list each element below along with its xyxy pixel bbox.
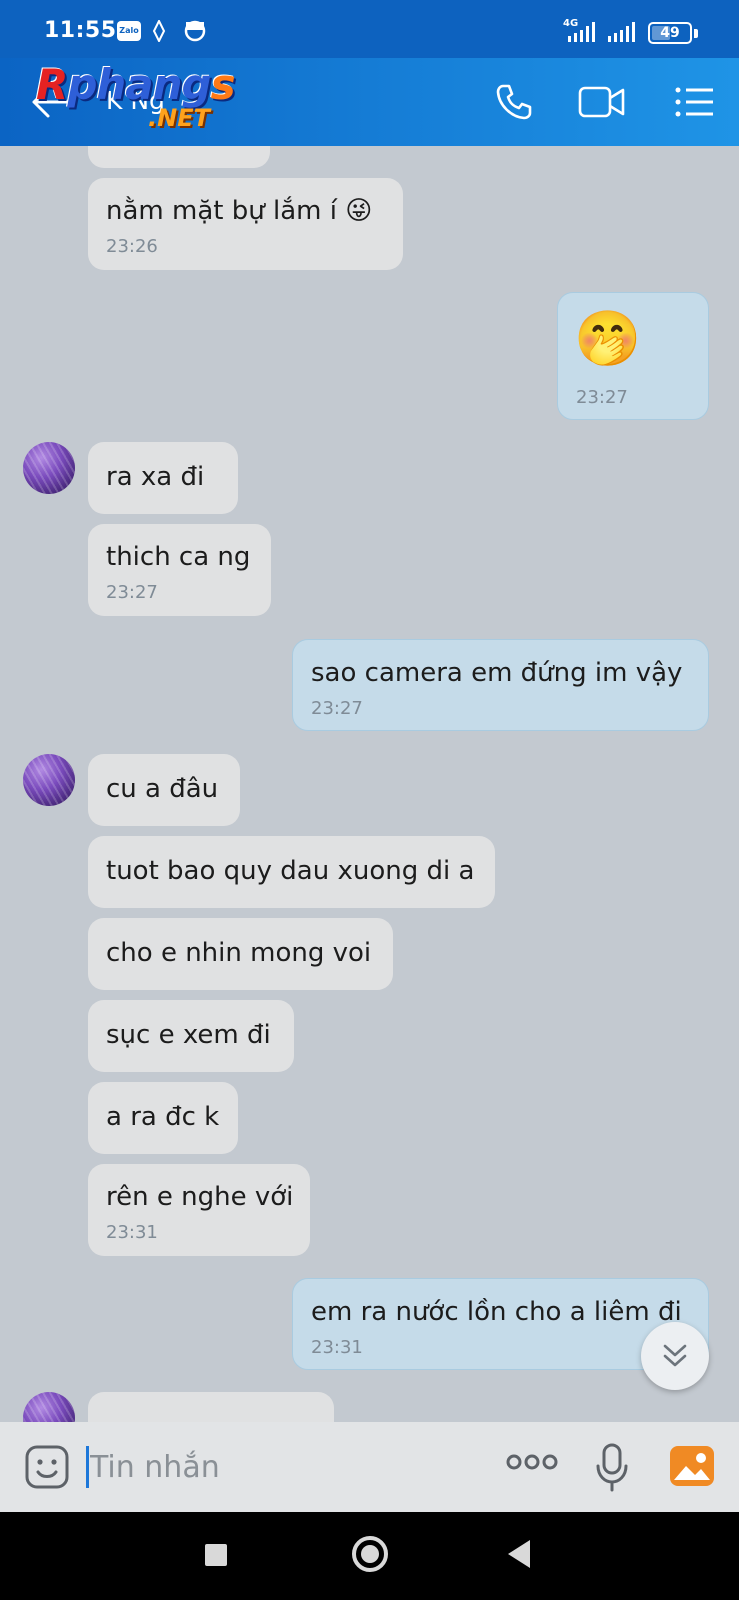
phone-icon <box>496 84 532 120</box>
message-bubble[interactable]: ra xa đi <box>88 442 238 514</box>
message-time: 23:27 <box>576 387 628 408</box>
message-time: 23:31 <box>311 1337 363 1358</box>
video-camera-icon <box>578 86 625 118</box>
message-text: rên e nghe với <box>106 1182 294 1212</box>
list-menu-icon <box>675 87 713 117</box>
message-input[interactable] <box>86 1444 486 1490</box>
chat-header: K Ng Rphangs .NET <box>0 58 739 146</box>
message-text: cho e nhin mong voi <box>106 938 372 968</box>
message-list[interactable]: nằm mặt bự lắm í 😜 23:26 🤭 23:27 ra xa đ… <box>0 146 739 1422</box>
message-text: sao camera em đứng im vậy <box>311 658 683 688</box>
battery-tip <box>694 29 698 38</box>
microphone-icon <box>596 1443 628 1492</box>
message-bubble[interactable]: cho e nhin mong voi <box>88 918 393 990</box>
message-bubble-partial[interactable] <box>88 1392 334 1422</box>
recent-apps-button[interactable] <box>205 1544 227 1566</box>
watermark-line2: .NET <box>148 104 210 132</box>
message-bubble-emoji[interactable]: 🤭 23:27 <box>557 292 709 420</box>
avatar[interactable] <box>23 1392 75 1422</box>
voice-message-button[interactable] <box>594 1442 630 1496</box>
message-input-bar <box>0 1422 739 1512</box>
message-bubble-partial[interactable] <box>88 146 270 168</box>
more-dots-icon <box>506 1454 558 1470</box>
message-text: thich ca ng <box>106 542 251 572</box>
avatar[interactable] <box>23 754 75 806</box>
avatar[interactable] <box>23 442 75 494</box>
message-bubble[interactable]: sao camera em đứng im vậy 23:27 <box>292 639 709 731</box>
image-icon <box>670 1446 714 1486</box>
message-bubble[interactable]: nằm mặt bự lắm í 😜 23:26 <box>88 178 403 270</box>
navigation-status-icon <box>152 18 166 46</box>
message-bubble[interactable]: rên e nghe với 23:31 <box>88 1164 310 1256</box>
watermark-logo: Rphangs .NET <box>36 58 266 144</box>
message-text: cu a đâu <box>106 774 219 804</box>
message-text: em ra nước lồn cho a liêm đi <box>311 1297 682 1327</box>
message-time: 23:31 <box>106 1222 158 1243</box>
double-chevron-down-icon <box>663 1344 687 1367</box>
message-bubble[interactable]: tuot bao quy dau xuong di a <box>88 836 495 908</box>
system-back-button[interactable] <box>508 1540 530 1568</box>
sticker-button[interactable] <box>24 1444 70 1494</box>
message-text: tuot bao quy dau xuong di a <box>106 856 475 886</box>
signal-strength-icon <box>568 22 602 46</box>
signal-strength-icon-2 <box>608 22 638 46</box>
chat-menu-button[interactable] <box>670 80 718 124</box>
message-time: 23:27 <box>311 698 363 719</box>
battery-level: 49 <box>660 25 680 41</box>
system-navigation-bar <box>0 1512 739 1600</box>
message-bubble[interactable]: thich ca ng 23:27 <box>88 524 271 616</box>
do-not-disturb-icon <box>184 20 206 46</box>
zalo-notification-icon: Zalo <box>117 21 141 41</box>
message-text: a ra đc k <box>106 1102 220 1132</box>
scroll-to-bottom-button[interactable] <box>641 1322 709 1390</box>
send-photo-button[interactable] <box>668 1444 716 1492</box>
message-emoji: 🤭 <box>574 307 642 370</box>
message-text: ra xa đi <box>106 462 205 492</box>
more-options-button[interactable] <box>506 1452 558 1476</box>
message-bubble[interactable]: a ra đc k <box>88 1082 238 1154</box>
message-bubble[interactable]: cu a đâu <box>88 754 240 826</box>
emoji-icon <box>25 1445 69 1489</box>
watermark-line1: Rphangs <box>36 60 236 109</box>
message-time: 23:26 <box>106 236 158 257</box>
voice-call-button[interactable] <box>490 80 538 124</box>
battery-icon: 49 <box>648 22 692 44</box>
video-call-button[interactable] <box>578 80 626 124</box>
message-text: nằm mặt bự lắm í 😜 <box>106 196 373 226</box>
status-bar: 11:55 Zalo 4G 49 <box>0 0 739 58</box>
message-text: sục e xem đi <box>106 1020 271 1050</box>
message-time: 23:27 <box>106 582 158 603</box>
status-time: 11:55 <box>44 18 117 43</box>
message-bubble[interactable]: sục e xem đi <box>88 1000 294 1072</box>
home-button[interactable] <box>352 1536 388 1572</box>
